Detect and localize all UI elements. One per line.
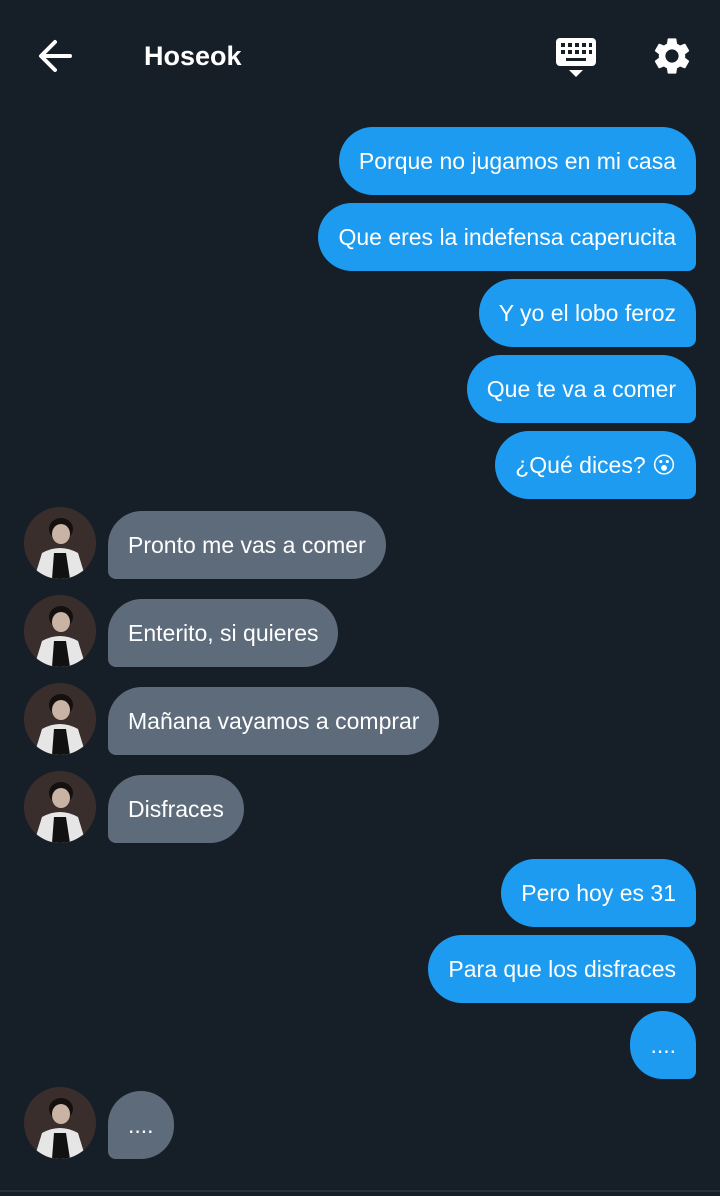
contact-avatar[interactable] — [24, 771, 96, 843]
gear-icon — [654, 38, 690, 74]
message-incoming[interactable]: .... — [108, 1091, 174, 1159]
bottom-divider — [0, 1190, 720, 1192]
avatar-photo — [24, 507, 96, 579]
chat-header: Hoseok — [0, 0, 720, 112]
message-incoming[interactable]: Mañana vayamos a comprar — [108, 687, 440, 755]
contact-avatar[interactable] — [24, 1087, 96, 1159]
message-outgoing[interactable]: .... — [630, 1011, 696, 1079]
settings-button[interactable] — [650, 34, 694, 78]
chat-title: Hoseok — [144, 41, 242, 71]
message-incoming[interactable]: Enterito, si quieres — [108, 599, 339, 667]
message-outgoing[interactable]: ¿Qué dices? 😮 — [495, 431, 696, 499]
message-outgoing[interactable]: Que eres la indefensa caperucita — [318, 203, 696, 271]
keyboard-icon — [556, 38, 596, 77]
contact-avatar[interactable] — [24, 683, 96, 755]
avatar-photo — [24, 595, 96, 667]
message-incoming[interactable]: Disfraces — [108, 775, 244, 843]
message-outgoing[interactable]: Que te va a comer — [466, 355, 696, 423]
message-outgoing[interactable]: Para que los disfraces — [428, 935, 696, 1003]
back-button[interactable] — [36, 36, 76, 76]
message-outgoing[interactable]: Porque no jugamos en mi casa — [338, 127, 696, 195]
avatar-photo — [24, 1087, 96, 1159]
contact-avatar[interactable] — [24, 595, 96, 667]
message-outgoing[interactable]: Pero hoy es 31 — [501, 859, 696, 927]
message-incoming[interactable]: Pronto me vas a comer — [108, 511, 386, 579]
message-outgoing[interactable]: Y yo el lobo feroz — [478, 279, 696, 347]
avatar-photo — [24, 683, 96, 755]
contact-avatar[interactable] — [24, 507, 96, 579]
avatar-photo — [24, 771, 96, 843]
arrow-left-icon — [39, 40, 72, 72]
keyboard-button[interactable] — [554, 36, 598, 80]
